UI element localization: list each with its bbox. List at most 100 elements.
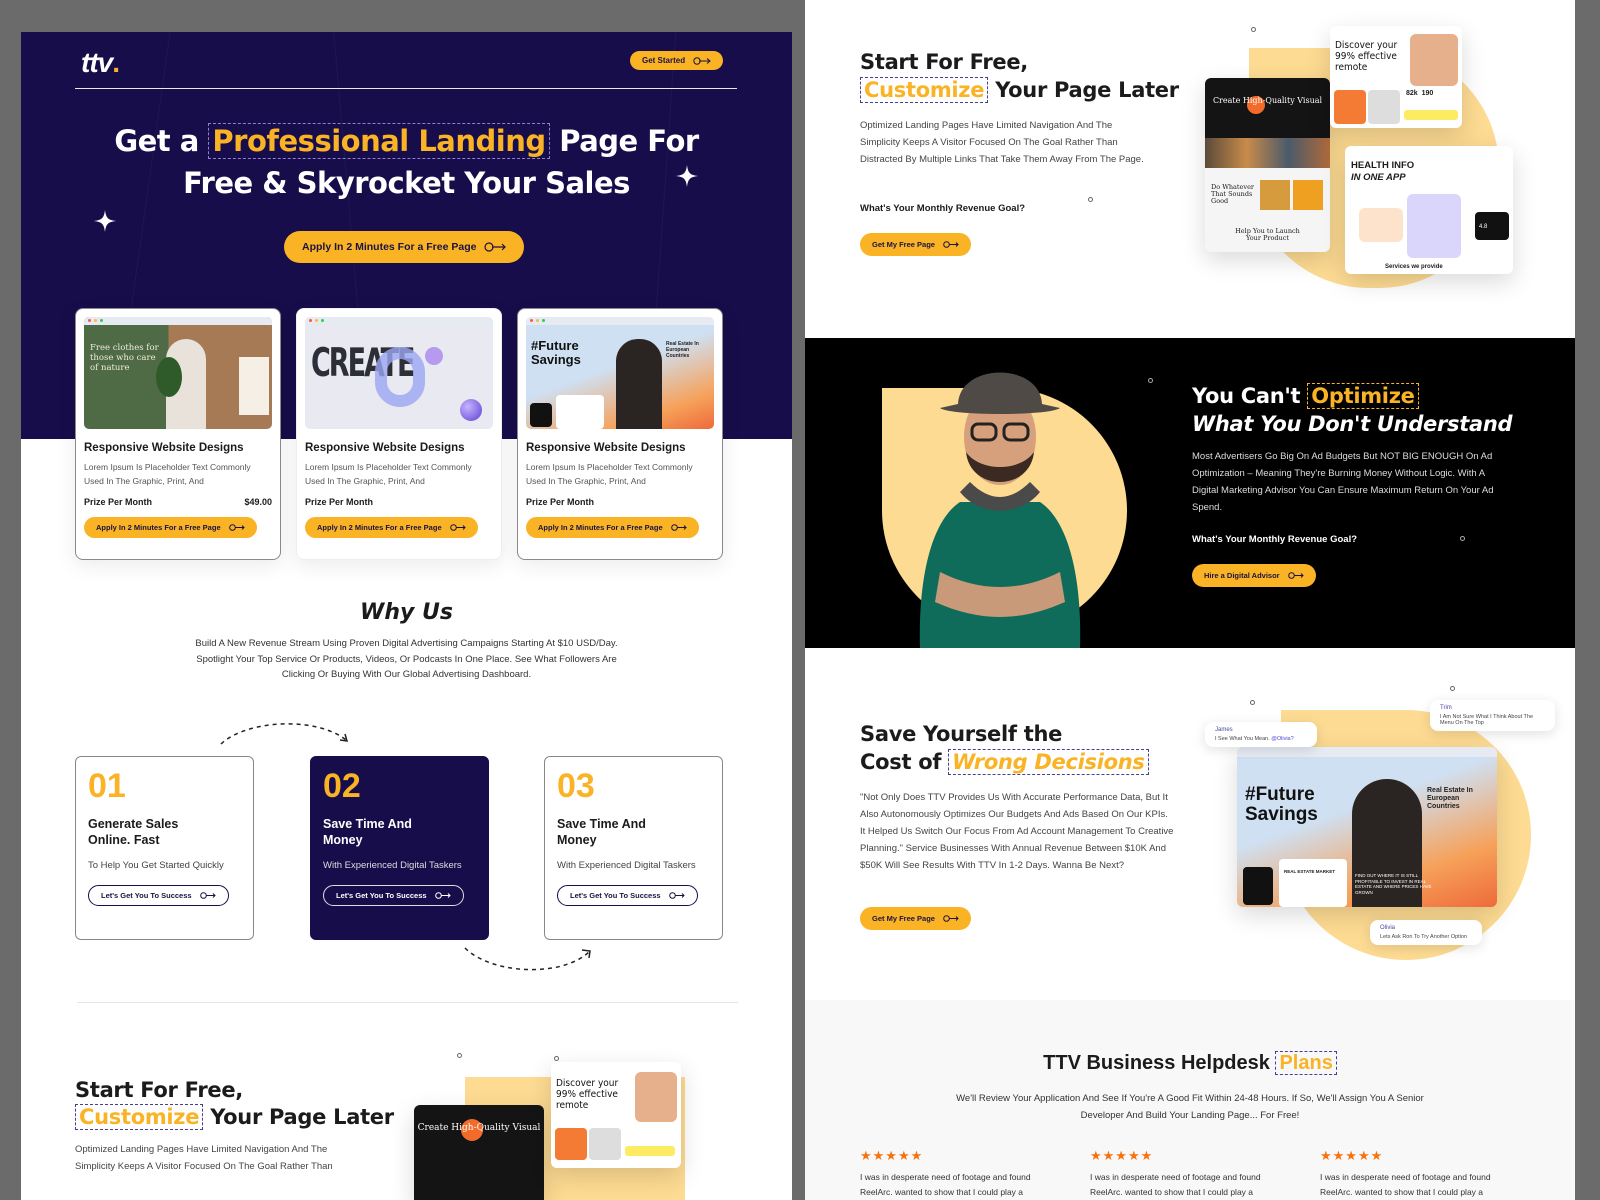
mock-light-title: Discover your 99% effective remote: [1335, 40, 1398, 73]
get-started-button[interactable]: Get Started: [630, 51, 724, 70]
mock-future-savings: #Future Savings Real Estate In European …: [1237, 747, 1497, 907]
plant-figure: [156, 357, 182, 397]
widget: [556, 395, 604, 429]
logo[interactable]: ttv.: [81, 47, 120, 79]
mock-sub1: Do Whatever That Sounds Good: [1211, 183, 1255, 205]
mock-rating: 4.8: [1475, 212, 1509, 240]
hero-apply-button[interactable]: Apply In 2 Minutes For a Free Page: [284, 231, 525, 263]
card-apply-button[interactable]: Apply In 2 Minutes For a Free Page: [84, 517, 257, 538]
review-text: I was in desperate need of footage and f…: [1090, 1172, 1261, 1197]
hero-title-line1: Get a Professional Landing Page For: [21, 123, 792, 159]
save-highlight: Wrong Decisions: [948, 749, 1149, 775]
card-apply-label: Apply In 2 Minutes For a Free Page: [317, 523, 442, 532]
mock-stat: 190: [1421, 90, 1434, 97]
get-free-page-button[interactable]: Get My Free Page: [860, 907, 971, 930]
review-text: I was in desperate need of footage and f…: [860, 1172, 1031, 1197]
dashed-arrow-icon: [220, 723, 349, 745]
review-card: ★★★★★ I was in desperate need of footage …: [1320, 1148, 1520, 1200]
comment-author: James: [1215, 727, 1233, 733]
rating-stars-icon: ★★★★★: [860, 1148, 924, 1163]
why-us-text: Build A New Revenue Stream Using Proven …: [195, 638, 618, 680]
card-price-row: Prize Per Month: [526, 497, 714, 507]
comment-mention[interactable]: @Olivia?: [1271, 736, 1293, 742]
comment-text: I Am Not Sure What I Think About The Men…: [1440, 714, 1534, 726]
mock-subtitle: Real Estate In European Countries: [1427, 787, 1473, 810]
sparkle-icon: [94, 210, 116, 237]
card-screenshot: CREATE: [305, 317, 493, 429]
step-card: 01 Generate Sales Online. Fast To Help Y…: [75, 756, 254, 940]
mock-stats: 82k 190: [1406, 90, 1433, 97]
optimize-title-line1: You Can't Optimize: [1192, 383, 1419, 409]
step-cta-label: Let's Get You To Success: [101, 891, 192, 900]
card-apply-button[interactable]: Apply In 2 Minutes For a Free Page: [526, 517, 699, 538]
get-free-page-button[interactable]: Get My Free Page: [860, 233, 971, 256]
step-cta-button[interactable]: Let's Get You To Success: [557, 885, 698, 906]
review-text: I was in desperate need of footage and f…: [1320, 1172, 1491, 1197]
card-apply-label: Apply In 2 Minutes For a Free Page: [538, 523, 663, 532]
arrow-right-icon: [943, 915, 959, 922]
card-title: Responsive Website Designs: [84, 442, 244, 454]
optimize-highlight: Optimize: [1307, 383, 1419, 409]
step-cta-label: Let's Get You To Success: [336, 891, 427, 900]
optimize-section: You Can't Optimize What You Don't Unders…: [805, 338, 1575, 648]
sphere: [460, 399, 482, 421]
decor-dot: [1148, 378, 1153, 383]
mock-card: REAL ESTATE MARKET: [1279, 859, 1347, 907]
arrow-right-icon: [228, 524, 245, 531]
mock-photo: [1260, 180, 1290, 210]
mock-sub2: Help You to Launch Your Product: [1235, 227, 1300, 242]
start-free-text: Optimized Landing Pages Have Limited Nav…: [75, 1144, 333, 1172]
person-figure: [616, 339, 662, 429]
mock-light-site: Discover your 99% effective remote 82k 1…: [1330, 26, 1462, 128]
card-title: Responsive Website Designs: [305, 442, 465, 454]
mock-title: #Future Savings: [1245, 784, 1318, 825]
revenue-question: What's Your Monthly Revenue Goal?: [860, 203, 1026, 214]
card-apply-button[interactable]: Apply In 2 Minutes For a Free Page: [305, 517, 478, 538]
mock-card: [589, 1128, 621, 1160]
step-desc: With Experienced Digital Taskers: [323, 860, 462, 871]
mock-card: [555, 1128, 587, 1160]
card-price-row: Prize Per Month: [305, 497, 493, 507]
step-title: Generate Sales Online. Fast: [88, 817, 179, 847]
start-free-highlight: Customize: [860, 77, 989, 103]
step-number: 02: [323, 767, 361, 805]
mock-dark-site: Create High-Quality Visual Do Whatever T…: [1205, 78, 1330, 252]
mock-footer: Services we provide: [1385, 264, 1443, 270]
start-free-highlight: Customize: [75, 1104, 204, 1130]
decor-dot: [1460, 536, 1465, 541]
start-free-title-line1: Start For Free,: [860, 50, 1028, 74]
step-card: 02 Save Time And Money With Experienced …: [310, 756, 489, 940]
start-free-title-line2: Customize Your Page Later: [75, 1104, 394, 1130]
arrow-right-icon: [484, 242, 507, 252]
mock-photo: [1293, 180, 1323, 210]
mock-stat: 82k: [1406, 90, 1418, 97]
plans-section: TTV Business Helpdesk Plans We'll Review…: [805, 1000, 1575, 1200]
review-card: ★★★★★ I was in desperate need of footage …: [860, 1148, 1060, 1200]
mock-photo-strip: [1205, 138, 1330, 168]
arrow-right-icon: [1287, 572, 1304, 579]
nav-divider: [75, 88, 737, 89]
landing-page-right: Start For Free, Customize Your Page Late…: [805, 0, 1575, 1200]
mock-chat-card: [1359, 208, 1403, 242]
arrow-right-icon: [943, 241, 959, 248]
card-price-row: Prize Per Month $49.00: [84, 497, 272, 507]
thumbnail: [239, 357, 269, 415]
hire-advisor-button[interactable]: Hire a Digital Advisor: [1192, 564, 1316, 587]
decor-dot: [1088, 197, 1093, 202]
screenshot-subhead: Real Estate In European Countries: [666, 341, 699, 359]
screenshot-headline: #Future Savings: [531, 338, 581, 367]
arrow-right-icon: [449, 524, 466, 531]
mock-health-site: HEALTH INFO IN ONE APP 4.8 Services we p…: [1345, 146, 1513, 274]
mock-input: [1404, 110, 1458, 120]
rating-stars-icon: ★★★★★: [1090, 1148, 1154, 1163]
card-apply-label: Apply In 2 Minutes For a Free Page: [96, 523, 221, 532]
mock-card: [1334, 90, 1366, 124]
step-cta-button[interactable]: Let's Get You To Success: [88, 885, 229, 906]
comment-text: I See What You Mean.: [1215, 736, 1270, 742]
arrow-right-icon: [670, 524, 687, 531]
start-free-text: Optimized Landing Pages Have Limited Nav…: [860, 120, 1144, 165]
card-title: Responsive Website Designs: [526, 442, 686, 454]
sparkle-icon: [676, 165, 698, 192]
step-cta-button[interactable]: Let's Get You To Success: [323, 885, 464, 906]
hero-title-post: Page For: [559, 124, 699, 158]
